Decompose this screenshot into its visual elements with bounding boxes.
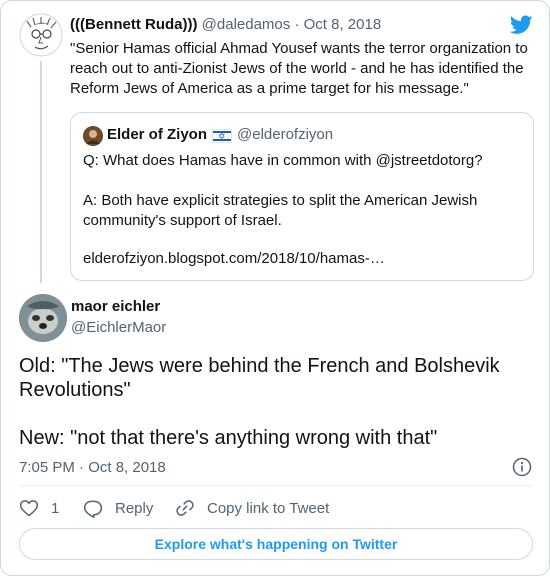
like-button[interactable]: 1 [19, 497, 59, 519]
parent-separator: · [294, 16, 300, 33]
quoted-tweet-line: A: Both have explicit strategies to spli… [83, 192, 478, 209]
divider [19, 485, 533, 486]
quoted-tweet-card[interactable]: Elder of Ziyon ✡ @elderofziyon Q: What d… [70, 112, 534, 281]
parent-tweet-header: (((Bennett Ruda))) @daledamos · Oct 8, 2… [70, 16, 381, 33]
parent-tweet-date[interactable]: Oct 8, 2018 [304, 16, 382, 33]
parent-author-handle[interactable]: @daledamos [202, 16, 291, 33]
main-tweet-line: Revolutions" [19, 379, 131, 401]
parent-tweet-text: "Senior Hamas official Ahmad Yousef want… [70, 40, 528, 97]
main-tweet-line: Old: "The Jews were behind the French an… [19, 355, 500, 377]
tweet-timestamp[interactable]: 7:05 PM · Oct 8, 2018 [19, 459, 166, 476]
explore-twitter-button[interactable]: Explore what's happening on Twitter [19, 528, 533, 560]
info-icon[interactable] [512, 457, 532, 477]
copy-link-button[interactable]: Copy link to Tweet [175, 497, 329, 519]
quoted-tweet-line: community's support of Israel. [83, 212, 282, 229]
main-author-name[interactable]: maor eichler [71, 298, 160, 315]
parent-author-avatar[interactable] [19, 13, 63, 57]
like-count: 1 [51, 499, 60, 517]
link-icon [176, 500, 194, 516]
quoted-author-handle: @elderofziyon [237, 126, 334, 143]
heart-icon [19, 500, 39, 517]
main-author-handle[interactable]: @EichlerMaor [71, 319, 166, 336]
main-tweet-line: New: "not that there's anything wrong wi… [19, 427, 438, 449]
reply-icon [83, 500, 103, 518]
copy-link-label: Copy link to Tweet [207, 499, 330, 517]
reply-button[interactable]: Reply [83, 497, 153, 519]
quoted-tweet-line: Q: What does Hamas have in common with @… [83, 152, 483, 169]
reply-label: Reply [115, 499, 154, 517]
quoted-tweet-link[interactable]: elderofziyon.blogspot.com/2018/10/hamas-… [83, 249, 385, 269]
israel-flag-icon: ✡ [212, 129, 232, 143]
twitter-bird-icon[interactable] [510, 15, 533, 35]
main-author-avatar[interactable] [19, 294, 67, 342]
quoted-author-name: Elder of Ziyon [107, 126, 208, 143]
quoted-author-avatar [83, 126, 103, 146]
tweet-embed-card: (((Bennett Ruda))) @daledamos · Oct 8, 2… [0, 0, 550, 576]
parent-author-name[interactable]: (((Bennett Ruda))) [70, 16, 197, 33]
thread-connector-line [40, 61, 42, 283]
